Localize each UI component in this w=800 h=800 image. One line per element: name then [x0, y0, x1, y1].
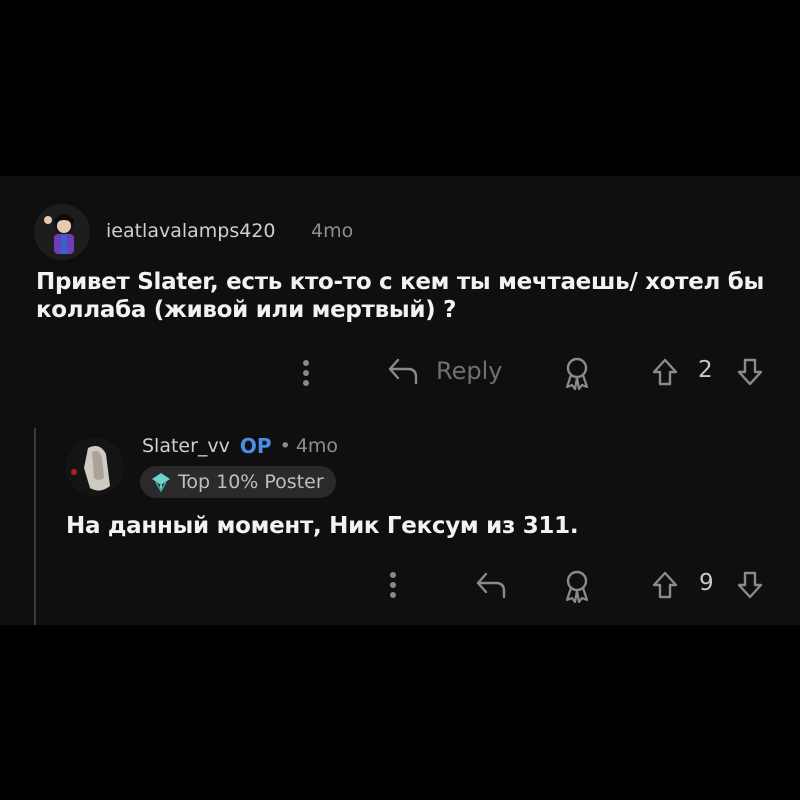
avatar[interactable]	[66, 438, 124, 496]
reply-score: 9	[699, 570, 714, 596]
comment-thread-panel	[0, 176, 800, 625]
reply-time: 4mo	[295, 435, 339, 457]
comment-time: 4mo	[311, 220, 354, 242]
reply-button[interactable]: Reply	[386, 356, 502, 386]
avatar-image	[34, 204, 90, 260]
comment-author[interactable]: ieatlavalamps420	[106, 220, 276, 242]
reply-arrow-icon	[386, 356, 420, 386]
downvote-icon[interactable]	[736, 570, 764, 600]
reply-author[interactable]: Slater_vv	[142, 435, 230, 457]
upvote-icon[interactable]	[651, 357, 679, 387]
reply-label: Reply	[436, 357, 503, 385]
avatar[interactable]	[34, 204, 90, 260]
avatar-image	[66, 438, 124, 496]
award-icon[interactable]	[562, 569, 592, 603]
reply-text: На данный момент, Ник Гексум из 311.	[66, 513, 579, 539]
flair-badge-icon	[150, 471, 172, 493]
separator-dot: •	[279, 435, 291, 457]
comment-text-line-2: коллаба (живой или мертвый) ?	[36, 297, 457, 323]
reply-arrow-icon[interactable]	[474, 570, 508, 600]
more-vertical-icon[interactable]	[296, 358, 316, 388]
reply-header: Slater_vv OP • 4mo	[142, 434, 338, 458]
comment-score: 2	[698, 357, 713, 383]
thread-line[interactable]	[34, 428, 36, 625]
flair-label: Top 10% Poster	[178, 471, 324, 493]
downvote-icon[interactable]	[736, 357, 764, 387]
op-badge: OP	[239, 434, 272, 458]
award-icon[interactable]	[562, 356, 592, 390]
upvote-icon[interactable]	[651, 570, 679, 600]
user-flair: Top 10% Poster	[140, 466, 336, 498]
more-vertical-icon[interactable]	[383, 570, 403, 600]
